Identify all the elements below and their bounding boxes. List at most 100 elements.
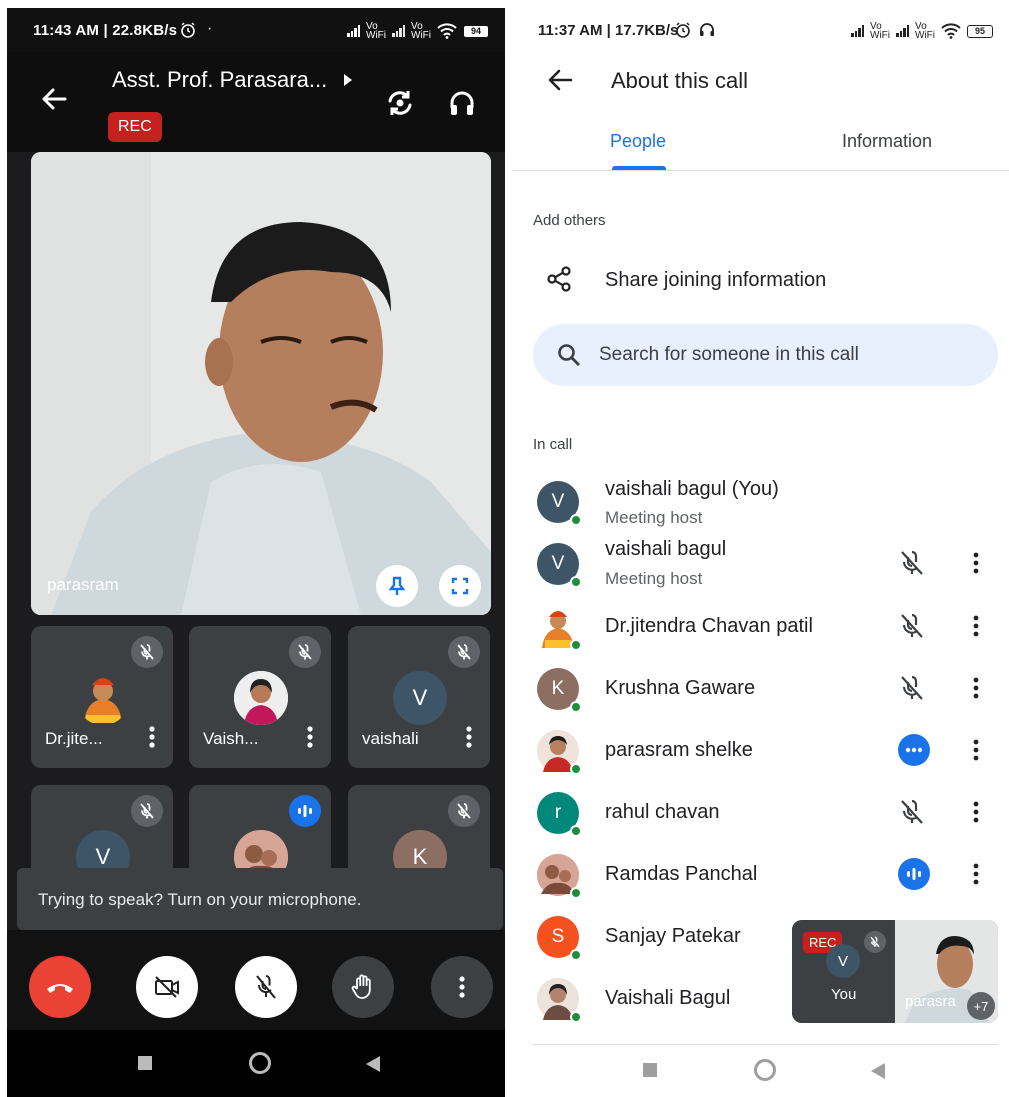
back-arrow-icon[interactable]: [546, 66, 574, 94]
mic-off-icon: [457, 803, 471, 819]
participant-tile[interactable]: Dr.jite...: [31, 626, 173, 768]
online-dot: [570, 1011, 582, 1023]
wifi-icon: [941, 23, 961, 39]
avatar: V: [826, 944, 860, 978]
headset-icon: [700, 23, 714, 36]
mic-off-indicator: [131, 795, 163, 827]
meeting-screen: 11:43 AM | 22.8KB/s · Vo WiFi Vo WiFi 94 A…: [7, 8, 505, 1097]
speaking-indicator: [289, 795, 321, 827]
participant-name: parasram shelke: [605, 739, 753, 761]
tab-information[interactable]: Information: [842, 131, 932, 152]
switch-camera-icon[interactable]: [385, 88, 415, 118]
video-off-icon: [155, 976, 179, 998]
participant-row[interactable]: Ramdas Panchal: [512, 843, 1009, 905]
participant-name: Dr.jitendra Chavan patil: [605, 615, 813, 637]
mic-off-indicator: [289, 636, 321, 668]
participant-row[interactable]: K Krushna Gaware: [512, 657, 1009, 719]
audio-level-icon: [907, 868, 921, 880]
avatar-image: [234, 671, 288, 725]
participant-name: Krushna Gaware: [605, 677, 756, 699]
fullscreen-icon: [451, 577, 469, 595]
caret-right-icon[interactable]: [344, 74, 352, 86]
participant-row[interactable]: parasram shelke: [512, 719, 1009, 781]
system-nav-bar: [7, 1030, 505, 1097]
mic-off-icon: [457, 644, 471, 660]
mic-off-icon: [901, 550, 923, 575]
participant-role: Meeting host: [605, 569, 703, 588]
avatar: [537, 978, 582, 1023]
share-label: Share joining information: [605, 269, 827, 291]
participant-name: vaishali bagul: [605, 538, 727, 560]
avatar: K: [537, 668, 582, 713]
tab-people[interactable]: People: [610, 131, 666, 152]
search-bar[interactable]: [533, 324, 998, 386]
mic-off-indicator: [448, 636, 480, 668]
participant-tile[interactable]: V vaishali: [348, 626, 490, 768]
participant-row[interactable]: r rahul chavan: [512, 781, 1009, 843]
status-time: 11:43 AM | 22.8KB/s: [33, 22, 178, 39]
signal-icon: [851, 25, 864, 37]
raise-hand-button[interactable]: [332, 956, 394, 1018]
home-icon[interactable]: [754, 1059, 776, 1081]
participant-row[interactable]: V vaishali bagul Meeting host: [512, 532, 1009, 594]
camera-off-button[interactable]: [136, 956, 198, 1018]
online-dot: [570, 639, 582, 651]
back-triangle-icon[interactable]: [871, 1063, 885, 1079]
pin-button[interactable]: [376, 565, 418, 607]
more-vert-icon[interactable]: [466, 726, 472, 748]
more-vert-icon[interactable]: [973, 615, 979, 637]
status-time: 11:37 AM | 17.7KB/s: [538, 22, 679, 39]
more-vert-icon[interactable]: [973, 677, 979, 699]
pip-window[interactable]: REC V You parasra +7: [792, 920, 998, 1023]
main-video[interactable]: parasram: [31, 152, 491, 615]
mic-off-icon: [901, 613, 923, 638]
participant-tile[interactable]: Vaish...: [189, 626, 331, 768]
share-joining-info-button[interactable]: Share joining information: [512, 258, 1009, 306]
more-vert-icon[interactable]: [973, 801, 979, 823]
main-video-name: parasram: [47, 575, 119, 594]
participant-row[interactable]: Dr.jitendra Chavan patil: [512, 595, 1009, 657]
vowifi-label: Vo WiFi: [870, 21, 890, 41]
mic-off-indicator: [131, 636, 163, 668]
mic-toast: Trying to speak? Turn on your microphone…: [17, 868, 503, 930]
avatar: [537, 730, 582, 775]
back-triangle-icon[interactable]: [366, 1056, 380, 1072]
more-vert-icon[interactable]: [307, 726, 313, 748]
search-input[interactable]: [599, 341, 979, 369]
pip-video-label: parasra: [905, 993, 956, 1010]
meeting-title[interactable]: Asst. Prof. Parasara...: [112, 67, 327, 93]
more-vert-icon[interactable]: [973, 552, 979, 574]
home-icon[interactable]: [249, 1052, 271, 1074]
tab-divider: [512, 170, 1009, 171]
share-icon: [547, 266, 571, 292]
headphones-icon[interactable]: [447, 88, 477, 118]
more-vert-icon[interactable]: [973, 739, 979, 761]
back-arrow-icon[interactable]: [39, 84, 69, 114]
avatar: [537, 606, 582, 651]
tile-name: vaishali: [362, 729, 419, 748]
online-dot: [570, 701, 582, 713]
avatar: [76, 671, 130, 725]
recents-icon[interactable]: [138, 1056, 152, 1070]
more-vert-icon[interactable]: [973, 863, 979, 885]
more-horiz-icon: [905, 747, 923, 753]
more-vert-icon[interactable]: [149, 726, 155, 748]
more-options-button[interactable]: [431, 956, 493, 1018]
participant-name: vaishali bagul (You): [605, 478, 779, 500]
recents-icon[interactable]: [643, 1063, 657, 1077]
online-dot: [570, 576, 582, 588]
pin-icon: [388, 576, 406, 595]
battery-icon: 95: [967, 24, 993, 38]
fullscreen-button[interactable]: [439, 565, 481, 607]
end-call-button[interactable]: [29, 956, 91, 1018]
pip-self-label: You: [831, 986, 857, 1003]
avatar: [234, 671, 288, 725]
vowifi-label-2: Vo WiFi: [411, 21, 431, 41]
avatar: V: [537, 481, 582, 526]
mic-off-button[interactable]: [235, 956, 297, 1018]
participant-row[interactable]: V vaishali bagul (You) Meeting host: [512, 470, 1009, 532]
more-participants-badge: +7: [967, 992, 995, 1020]
speaking-indicator: [898, 858, 930, 890]
signal-icon-2: [392, 25, 405, 37]
mic-off-icon: [901, 799, 923, 824]
